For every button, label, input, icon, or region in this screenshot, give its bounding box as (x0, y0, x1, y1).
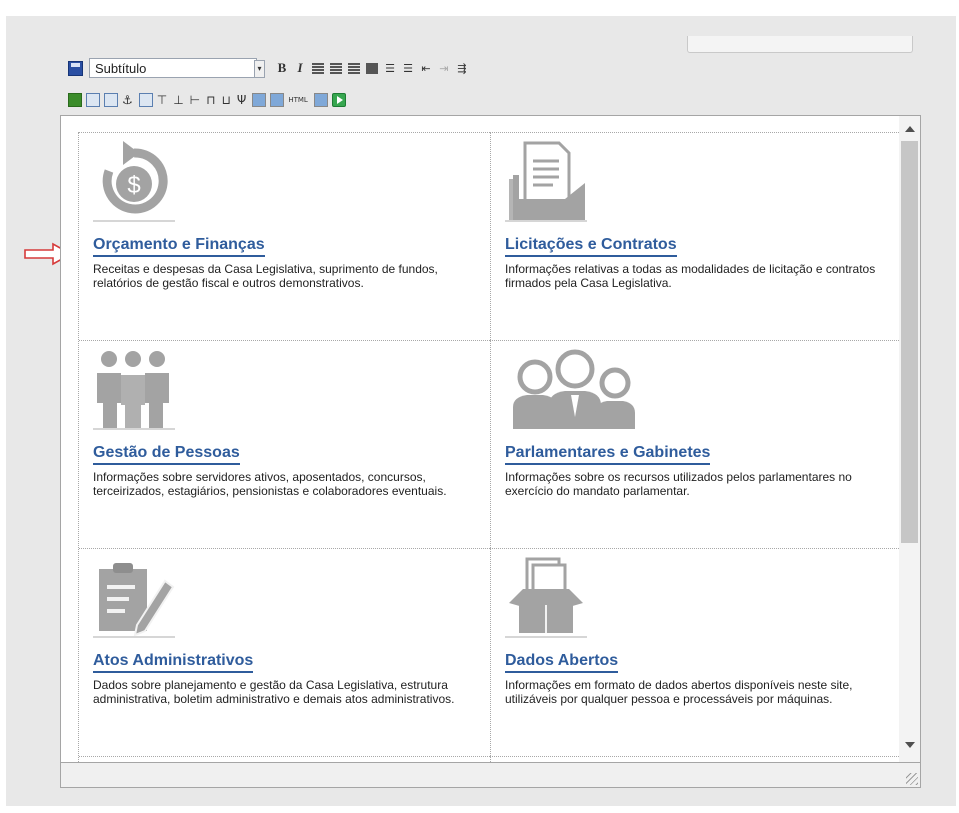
blockquote-icon[interactable]: ⇶ (453, 62, 471, 75)
editor-toolbar-row-2: ⚓ ⊤ ⊥ ⊢ ⊓ ⊔ Ψ HTML (68, 89, 350, 111)
card-description: Informações sobre os recursos utilizados… (505, 470, 852, 498)
icon-underline (93, 428, 175, 430)
svg-text:$: $ (127, 172, 140, 199)
merge-cells-icon[interactable]: ⊔ (222, 93, 231, 107)
card-title[interactable]: Gestão de Pessoas (93, 444, 240, 465)
parliamentarians-icon (513, 349, 635, 429)
card-description: Informações em formato de dados abertos … (505, 678, 853, 706)
editor-content-area[interactable]: $ Orçamento e Finanças Receitas e despes… (60, 115, 921, 763)
card-parlamentares[interactable]: Parlamentares e Gabinetes Informações so… (490, 340, 901, 548)
indent-icon[interactable]: ⇥ (435, 62, 453, 75)
align-center-icon[interactable] (330, 62, 342, 74)
edit-icon[interactable] (138, 93, 153, 107)
card-title[interactable]: Parlamentares e Gabinetes (505, 444, 711, 465)
media-icon[interactable] (313, 93, 328, 107)
outdent-icon[interactable]: ⇤ (417, 62, 435, 75)
unlink-icon[interactable] (104, 93, 118, 107)
align-left-icon[interactable] (312, 62, 324, 74)
icon-underline (505, 220, 587, 222)
card-dados-abertos[interactable]: Dados Abertos Informações em formato de … (490, 548, 901, 756)
chevron-down-icon[interactable]: ▾ (254, 60, 265, 78)
card-gestao-pessoas[interactable]: Gestão de Pessoas Informações sobre serv… (79, 340, 490, 548)
justify-icon[interactable] (366, 62, 378, 74)
insert-image-icon[interactable] (68, 93, 82, 107)
open-box-icon (509, 557, 583, 633)
icon-underline (505, 636, 587, 638)
table-icon[interactable] (252, 93, 267, 107)
card-description: Receitas e despesas da Casa Legislativa,… (93, 262, 438, 290)
card-title[interactable]: Licitações e Contratos (505, 236, 677, 257)
card-partial (79, 756, 490, 762)
folder-document-icon (509, 141, 585, 221)
style-select[interactable]: Subtítulo ▾ (89, 58, 265, 78)
card-description: Informações relativas a todas as modalid… (505, 262, 876, 290)
card-atos-administrativos[interactable]: Atos Administrativos Dados sobre planeja… (79, 548, 490, 756)
split-cells-icon[interactable]: Ψ (237, 93, 246, 107)
scroll-down-icon[interactable] (905, 742, 915, 748)
card-licitacoes[interactable]: Licitações e Contratos Informações relat… (490, 132, 901, 340)
card-title[interactable]: Orçamento e Finanças (93, 236, 265, 257)
scroll-up-icon[interactable] (905, 126, 915, 132)
align-right-icon[interactable] (348, 62, 360, 74)
icon-underline (93, 636, 175, 638)
editor-statusbar (60, 763, 921, 788)
insert-column-icon[interactable]: ⊓ (206, 93, 215, 107)
table-properties-icon[interactable] (270, 93, 285, 107)
anchor-icon[interactable]: ⚓ (122, 93, 133, 107)
card-description: Informações sobre servidores ativos, apo… (93, 470, 447, 498)
numbered-list-icon[interactable]: ☰ (399, 62, 417, 75)
italic-button[interactable]: I (291, 60, 309, 76)
clipboard-pencil-icon (99, 563, 175, 637)
icon-underline (93, 220, 175, 222)
bullet-list-icon[interactable]: ☰ (381, 62, 399, 75)
insert-row-below-icon[interactable]: ⊥ (173, 93, 183, 107)
link-icon[interactable] (86, 93, 100, 107)
html-source-button[interactable]: HTML (288, 96, 307, 104)
card-title[interactable]: Dados Abertos (505, 652, 619, 673)
insert-row-above-icon[interactable]: ⊤ (157, 93, 167, 107)
preview-play-icon[interactable] (331, 93, 346, 107)
style-select-value: Subtítulo (95, 60, 147, 76)
bold-button[interactable]: B (273, 60, 291, 76)
dollar-refresh-icon: $ (102, 141, 168, 214)
top-field[interactable] (687, 36, 913, 53)
vertical-scrollbar[interactable] (899, 116, 920, 762)
scroll-thumb[interactable] (901, 141, 918, 543)
resize-grip-icon[interactable] (906, 773, 918, 785)
editor-toolbar-row-1: Subtítulo ▾ B I ☰ ☰ ⇤ ⇥ ⇶ (68, 57, 471, 79)
delete-row-icon[interactable]: ⊢ (190, 93, 200, 107)
card-description: Dados sobre planejamento e gestão da Cas… (93, 678, 455, 706)
card-orcamento[interactable]: $ Orçamento e Finanças Receitas e despes… (79, 132, 490, 340)
save-icon[interactable] (68, 60, 83, 76)
card-partial (490, 756, 901, 762)
people-group-icon (97, 351, 169, 429)
card-title[interactable]: Atos Administrativos (93, 652, 254, 673)
content-grid: $ Orçamento e Finanças Receitas e despes… (78, 132, 902, 762)
